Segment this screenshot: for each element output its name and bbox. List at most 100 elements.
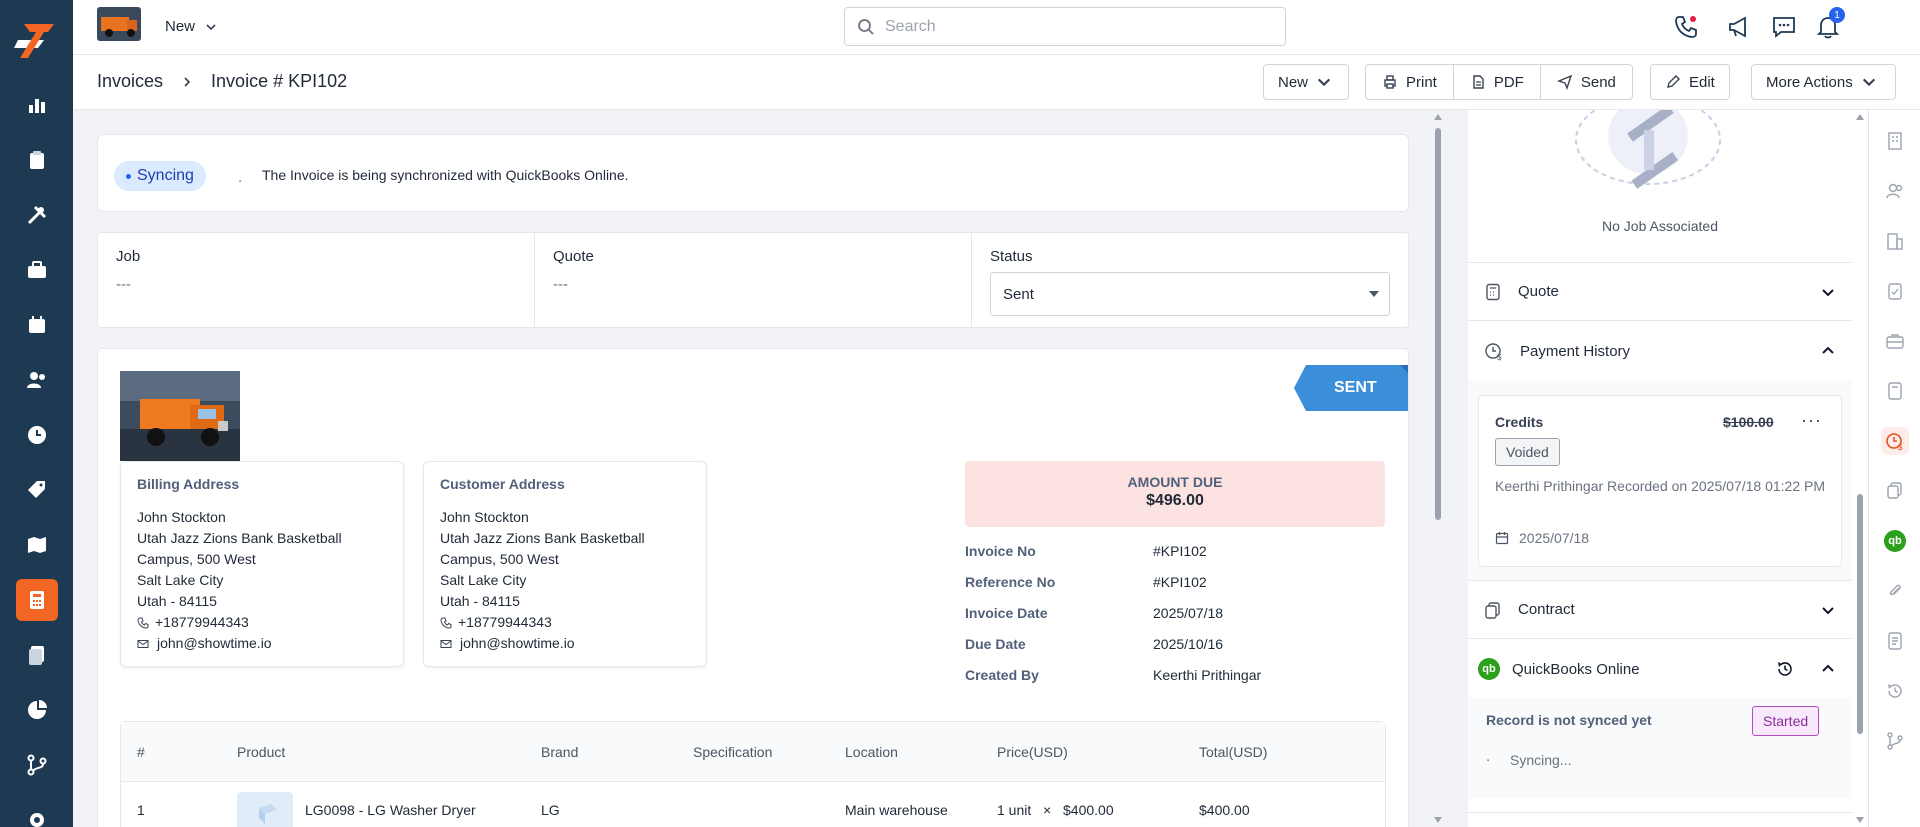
jobs-icon[interactable]: [16, 249, 58, 291]
customer-address-card: Customer Address John Stockton Utah Jazz…: [423, 461, 707, 667]
chevron-down-icon: [1822, 288, 1834, 296]
tools-icon[interactable]: [16, 194, 58, 236]
billing-phone[interactable]: +18779944343: [155, 612, 249, 633]
app-logo-icon[interactable]: [14, 20, 58, 62]
tasks-icon[interactable]: [16, 139, 58, 181]
sent-ribbon-label: SENT: [1334, 379, 1377, 396]
status-field: Status Sent: [972, 233, 1410, 329]
breadcrumb-invoices-link[interactable]: Invoices: [97, 71, 163, 92]
send-button[interactable]: Send: [1541, 65, 1632, 99]
search-input[interactable]: Search: [844, 7, 1286, 46]
customer-email[interactable]: john@showtime.io: [460, 633, 575, 654]
detail-row: Invoice No #KPI102: [965, 543, 1385, 574]
payment-history-section-header[interactable]: $ Payment History: [1468, 322, 1852, 380]
table-row[interactable]: 1 LG0098 - LG Washer Dryer LG Main wareh…: [121, 782, 1385, 827]
dot-icon: [126, 173, 131, 179]
phone-icon[interactable]: [1673, 14, 1699, 40]
chevron-down-icon: [1862, 78, 1875, 87]
settings-gear-icon[interactable]: [16, 799, 58, 827]
company-logo-icon[interactable]: [97, 7, 141, 41]
right-icon-rail: $ qb: [1868, 110, 1920, 827]
briefcase-icon[interactable]: [1881, 327, 1909, 355]
workflow-icon[interactable]: [1881, 727, 1909, 755]
chat-icon[interactable]: [1771, 14, 1797, 40]
mail-icon: [440, 639, 452, 648]
payment-history-icon[interactable]: $: [1881, 427, 1909, 455]
left-navigation: [0, 0, 73, 827]
voided-badge: Voided: [1495, 438, 1560, 466]
qb-sync-status-text: Record is not synced yet: [1486, 712, 1652, 728]
reports-icon[interactable]: [16, 84, 58, 126]
detail-row: Created By Keerthi Prithingar: [965, 667, 1385, 698]
printer-icon: [1384, 75, 1396, 89]
summary-card: Job --- Quote --- Status Sent: [97, 232, 1410, 329]
new-dropdown[interactable]: New: [165, 18, 217, 35]
contract-copy-icon[interactable]: [1881, 477, 1909, 505]
notes-document-icon[interactable]: [1881, 627, 1909, 655]
credit-title: Credits: [1495, 414, 1544, 430]
document-actions-group: Print PDF Send: [1365, 64, 1633, 100]
announcement-megaphone-icon[interactable]: [1727, 14, 1753, 40]
divider: [1468, 812, 1852, 813]
customer-city: Salt Lake City: [440, 572, 527, 588]
customer-address-title: Customer Address: [440, 476, 565, 492]
pdf-button[interactable]: PDF: [1454, 65, 1541, 99]
billing-email[interactable]: john@showtime.io: [157, 633, 272, 654]
detail-row: Due Date 2025/10/16: [965, 636, 1385, 667]
no-job-illustration: [1568, 110, 1728, 200]
job-label: Job: [116, 248, 141, 265]
calendar-icon[interactable]: [16, 304, 58, 346]
invoices-calculator-icon[interactable]: [16, 579, 58, 621]
quickbooks-body: Record is not synced yet Started . Synci…: [1468, 698, 1852, 798]
customers-icon[interactable]: [16, 359, 58, 401]
send-paper-plane-icon: [1556, 74, 1572, 90]
product-thumbnail-icon: [237, 792, 293, 827]
toolbar-new-button[interactable]: New: [1263, 64, 1349, 100]
calculator-icon[interactable]: [1881, 377, 1909, 405]
right-details-panel: No Job Associated Quote $ Payment Histor…: [1468, 110, 1868, 827]
workflow-icon[interactable]: [16, 744, 58, 786]
notification-count-badge: 1: [1829, 7, 1845, 23]
contacts-icon[interactable]: [1881, 177, 1909, 205]
credit-recorded-by: Keerthi Prithingar Recorded on 2025/07/1…: [1495, 478, 1825, 494]
checklist-icon[interactable]: [1881, 277, 1909, 305]
main-scrollbar[interactable]: [1430, 110, 1446, 827]
new-dropdown-label: New: [165, 18, 196, 35]
history-icon[interactable]: [1881, 677, 1909, 705]
items-table: # Product Brand Specification Location P…: [120, 721, 1386, 827]
timesheet-icon[interactable]: [16, 414, 58, 456]
quote-field: Quote ---: [535, 233, 972, 329]
right-panel-scrollbar[interactable]: [1852, 110, 1868, 827]
col-number-header: #: [137, 744, 145, 760]
edit-label: Edit: [1689, 73, 1715, 91]
more-actions-button[interactable]: More Actions: [1751, 64, 1896, 100]
customer-phone[interactable]: +18779944343: [458, 612, 552, 633]
company-icon[interactable]: [1881, 227, 1909, 255]
contract-section-header[interactable]: Contract: [1468, 581, 1852, 639]
quote-section-header[interactable]: Quote: [1468, 263, 1852, 321]
building-icon[interactable]: [1881, 127, 1909, 155]
analytics-pie-icon[interactable]: [16, 689, 58, 731]
attachment-paperclip-icon[interactable]: [1881, 577, 1909, 605]
credit-entry-card: Credits $100.00 ··· Voided Keerthi Prith…: [1478, 395, 1842, 567]
edit-button[interactable]: Edit: [1650, 64, 1730, 100]
history-icon[interactable]: [1776, 660, 1794, 678]
sync-message: The Invoice is being synchronized with Q…: [262, 167, 629, 183]
quickbooks-logo-icon[interactable]: qb: [1881, 527, 1909, 555]
print-button[interactable]: Print: [1366, 65, 1454, 99]
status-select-value: Sent: [1003, 285, 1034, 303]
more-actions-label: More Actions: [1766, 73, 1853, 91]
map-icon[interactable]: [16, 524, 58, 566]
phone-icon: [137, 617, 149, 629]
more-options-icon[interactable]: ···: [1801, 410, 1822, 431]
quickbooks-section-header[interactable]: qb QuickBooks Online: [1468, 640, 1852, 698]
chevron-up-icon: [1822, 664, 1834, 672]
status-select[interactable]: Sent: [990, 272, 1390, 316]
row-product[interactable]: LG0098 - LG Washer Dryer: [305, 802, 476, 818]
detail-value: #KPI102: [1153, 574, 1207, 590]
pricebook-tag-icon[interactable]: [16, 469, 58, 511]
loading-dot-icon: .: [238, 169, 243, 186]
documents-icon[interactable]: [16, 634, 58, 676]
mail-icon: [137, 639, 149, 648]
row-location: Main warehouse: [845, 802, 948, 818]
